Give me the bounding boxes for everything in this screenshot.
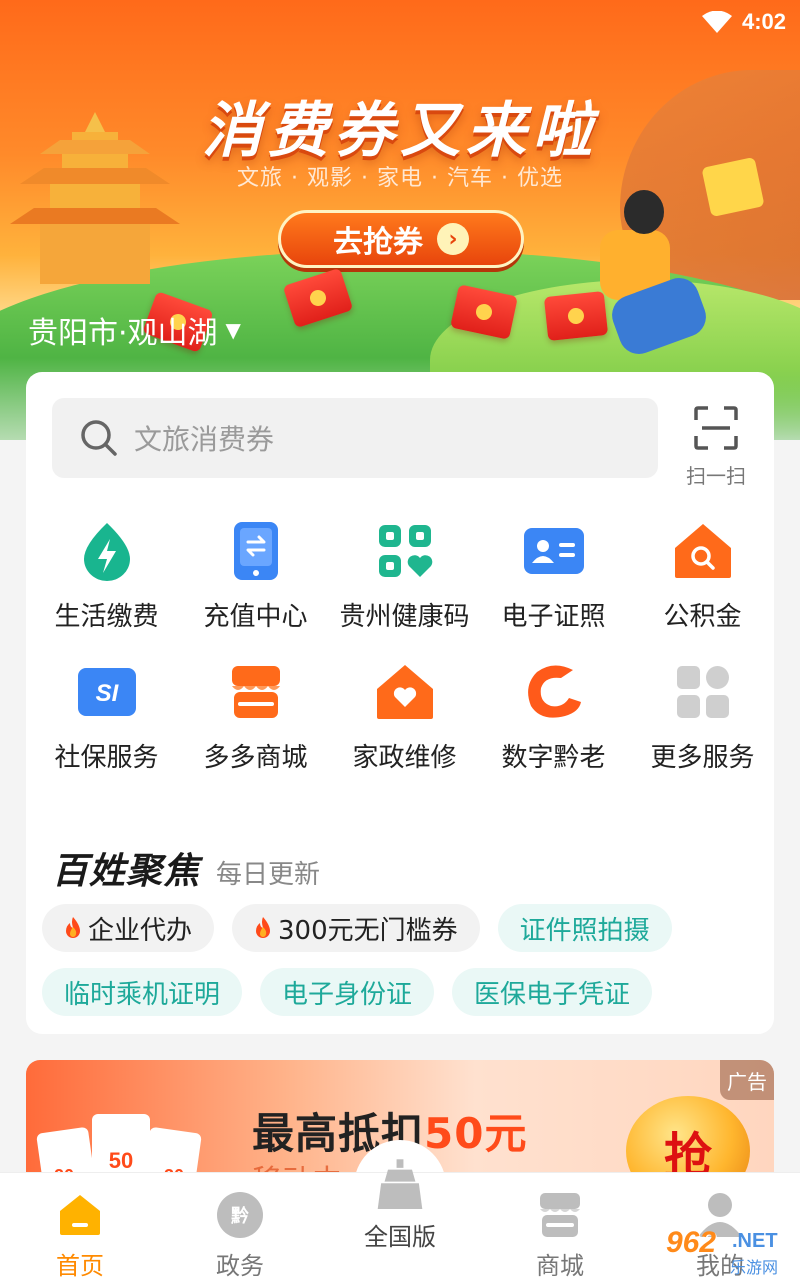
id-card-icon	[523, 520, 585, 582]
svg-text:黔: 黔	[231, 1205, 249, 1227]
service-label: 生活缴费	[54, 602, 159, 632]
service-health-code[interactable]: 贵州健康码	[330, 520, 479, 633]
lightning-drop-icon	[76, 520, 138, 582]
tag-enterprise-agency[interactable]: 企业代办	[42, 904, 215, 952]
watermark-cn: 乐游网	[730, 1260, 779, 1277]
wifi-icon	[701, 11, 732, 33]
nav-label: 全国版	[364, 1223, 436, 1251]
arrow-right-icon: ›	[437, 223, 469, 255]
tag-e-id[interactable]: 电子身份证	[260, 968, 435, 1016]
service-more[interactable]: 更多服务	[628, 661, 777, 774]
service-housekeeping[interactable]: 家政维修	[330, 661, 479, 774]
status-bar: 4:02	[701, 8, 786, 36]
flame-icon	[256, 917, 271, 938]
ad-headline-highlight: 50元	[424, 1109, 528, 1158]
coupon-value: 50	[109, 1148, 133, 1173]
service-label: 充值中心	[203, 602, 308, 632]
more-grid-icon	[672, 661, 734, 723]
tag-label: 证件照拍摄	[519, 915, 650, 946]
nav-label: 商城	[536, 1252, 584, 1280]
nav-mall[interactable]: 商城	[500, 1173, 620, 1280]
service-recharge-center[interactable]: 充值中心	[181, 520, 330, 633]
service-social-security[interactable]: SI 社保服务	[32, 661, 181, 774]
service-e-license[interactable]: 电子证照	[479, 520, 628, 633]
house-heart-icon	[374, 661, 436, 723]
service-label: 多多商城	[203, 743, 308, 773]
focus-header: 百姓聚焦 每日更新	[52, 842, 320, 894]
search-icon	[81, 420, 117, 456]
service-label: 更多服务	[650, 743, 755, 773]
status-time: 4:02	[741, 9, 786, 34]
search-bar[interactable]: 文旅消费券	[52, 398, 658, 478]
tag-id-photo[interactable]: 证件照拍摄	[497, 904, 672, 952]
service-housing-fund[interactable]: 公积金	[628, 520, 777, 633]
shop-icon	[225, 661, 287, 723]
red-envelope-icon	[543, 290, 609, 342]
tag-boarding-proof[interactable]: 临时乘机证明	[42, 968, 243, 1016]
location-label: 贵阳市·观山湖	[28, 316, 218, 351]
character-head	[624, 190, 664, 234]
service-life-payment[interactable]: 生活缴费	[32, 520, 181, 633]
nav-national[interactable]: 全国版	[340, 1159, 460, 1280]
scan-label: 扫一扫	[686, 464, 746, 488]
service-digital-elder[interactable]: 数字黔老	[479, 661, 628, 774]
search-placeholder: 文旅消费券	[134, 423, 275, 456]
flame-icon	[66, 917, 80, 938]
nav-government[interactable]: 黔 政务	[180, 1173, 300, 1280]
government-icon: 黔	[216, 1189, 264, 1240]
service-label: 贵州健康码	[339, 602, 470, 632]
scan-button[interactable]: 扫一扫	[678, 406, 754, 489]
site-watermark: 962 .NET 乐游网	[660, 1226, 800, 1280]
phone-recharge-icon	[225, 520, 287, 582]
svg-text:SI: SI	[95, 680, 119, 707]
chevron-down-icon: ▼	[225, 318, 241, 342]
hero-title: 消费券又来啦	[202, 97, 598, 164]
hero-subtitle: 文旅 · 观影 · 家电 · 汽车 · 优选	[237, 166, 563, 191]
grab-coupon-button[interactable]: 去抢券 ›	[278, 210, 524, 268]
mall-icon	[536, 1189, 584, 1240]
national-icon	[376, 1159, 424, 1211]
tag-coupon[interactable]: 300元无门槛券	[232, 904, 480, 952]
home-icon	[56, 1189, 104, 1240]
house-search-icon	[672, 520, 734, 582]
grab-coupon-label: 去抢券	[333, 225, 423, 260]
nav-home[interactable]: 首页	[20, 1173, 140, 1280]
focus-title: 百姓聚焦	[52, 851, 201, 892]
nav-label: 政务	[216, 1252, 264, 1280]
service-label: 数字黔老	[501, 743, 606, 773]
focus-subtitle: 每日更新	[216, 860, 321, 890]
service-label: 公积金	[663, 602, 742, 632]
service-grid: 生活缴费 充值中心 贵州健康码 电子证照 公积金 SI 社保服务 多多商城 家政…	[32, 520, 780, 774]
elder-logo-icon	[523, 661, 585, 723]
ad-badge: 广告	[720, 1060, 774, 1100]
qr-heart-icon	[374, 520, 436, 582]
service-label: 电子证照	[501, 602, 606, 632]
nav-label: 首页	[56, 1252, 104, 1280]
tag-medical-insurance[interactable]: 医保电子凭证	[452, 968, 653, 1016]
location-selector[interactable]: 贵阳市·观山湖 ▼	[28, 308, 241, 352]
focus-tags: 企业代办 300元无门槛券 证件照拍摄 临时乘机证明 电子身份证 医保电子凭证	[42, 904, 762, 1016]
services-card: 文旅消费券 扫一扫 生活缴费 充值中心 贵州健康码 电子证照 公积金 SI 社保…	[26, 372, 774, 1034]
tag-label: 医保电子凭证	[474, 979, 631, 1010]
service-duoduo-mall[interactable]: 多多商城	[181, 661, 330, 774]
watermark-net: .NET	[732, 1230, 778, 1252]
tag-label: 300元无门槛券	[278, 915, 458, 946]
watermark-number: 962	[666, 1226, 717, 1259]
service-label: 社保服务	[54, 743, 159, 773]
scan-icon	[694, 406, 738, 450]
tag-label: 企业代办	[88, 915, 193, 946]
social-security-icon: SI	[76, 661, 138, 723]
tag-label: 电子身份证	[282, 979, 413, 1010]
tag-label: 临时乘机证明	[64, 979, 221, 1010]
service-label: 家政维修	[352, 743, 457, 773]
